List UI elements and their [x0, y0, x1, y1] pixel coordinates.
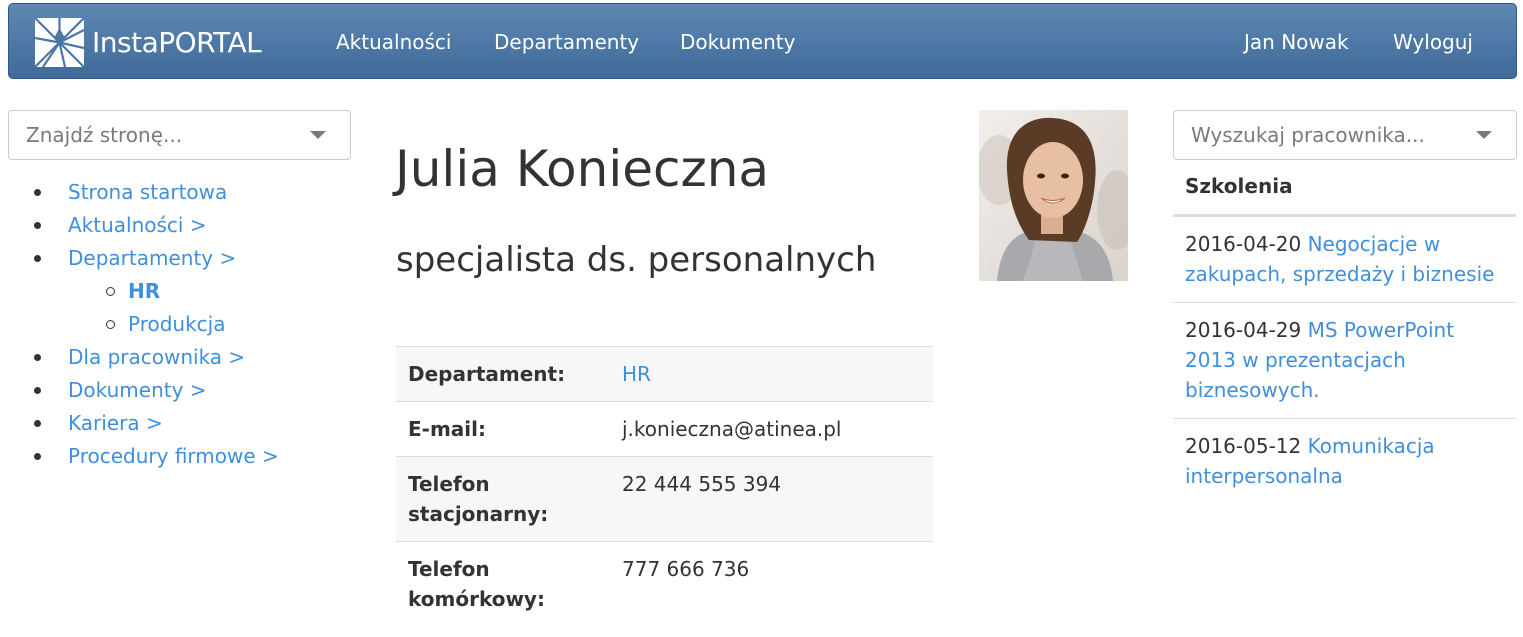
landline-value: 22 444 555 394 [610, 456, 933, 542]
site-menu: Strona startowa Aktualności > Departamen… [34, 176, 279, 473]
menu-link[interactable]: Aktualności > [68, 213, 207, 237]
menu-item-departamenty: Departamenty > [34, 242, 279, 275]
employee-details-table: Departament: HR E-mail: j.konieczna@atin… [396, 346, 933, 626]
training-date: 2016-04-29 [1185, 318, 1302, 342]
trainings-list: 2016-04-20 Negocjacje w zakupach, sprzed… [1173, 217, 1516, 504]
department-link[interactable]: HR [610, 346, 933, 402]
menu-item-aktualnosci: Aktualności > [34, 209, 279, 242]
menu-link[interactable]: Departamenty > [68, 246, 236, 270]
training-date: 2016-04-20 [1185, 232, 1302, 256]
menu-item-procedury-firmowe: Procedury firmowe > [34, 440, 279, 473]
list-item: 2016-05-12 Komunikacja interpersonalna [1173, 419, 1516, 504]
brand-name: InstaPORTAL [92, 25, 262, 59]
employee-search-select[interactable]: Wyszukaj pracownika... [1173, 110, 1517, 160]
list-item: 2016-04-20 Negocjacje w zakupach, sprzed… [1173, 217, 1516, 303]
menu-link[interactable]: Procedury firmowe > [68, 444, 279, 468]
brand[interactable]: InstaPORTAL [35, 16, 262, 68]
page-search-placeholder: Znajdź stronę... [26, 123, 183, 147]
page-search-select[interactable]: Znajdź stronę... [8, 110, 351, 160]
table-row: Telefon stacjonarny: 22 444 555 394 [396, 456, 933, 542]
menu-link[interactable]: Dokumenty > [68, 378, 207, 402]
list-item: 2016-04-29 MS PowerPoint 2013 w prezenta… [1173, 303, 1516, 419]
nav-logout[interactable]: Wyloguj [1393, 4, 1473, 80]
menu-item-strona-startowa: Strona startowa [34, 176, 279, 209]
menu-item-hr: HR [34, 275, 279, 308]
chevron-down-icon [310, 131, 326, 139]
detail-label: Telefon komórkowy: [396, 541, 610, 626]
menu-link[interactable]: HR [128, 279, 160, 303]
top-navbar: InstaPORTAL Aktualności Departamenty Dok… [8, 3, 1517, 79]
detail-label: Departament: [396, 346, 610, 402]
menu-link[interactable]: Produkcja [128, 312, 226, 336]
employee-search-placeholder: Wyszukaj pracownika... [1191, 123, 1425, 147]
table-row: E-mail: j.konieczna@atinea.pl [396, 401, 933, 457]
employee-role: specjalista ds. personalnych [396, 240, 877, 280]
employee-photo [979, 110, 1128, 281]
menu-item-produkcja: Produkcja [34, 308, 279, 341]
trainings-heading: Szkolenia [1185, 174, 1293, 198]
nav-user-name[interactable]: Jan Nowak [1244, 4, 1349, 80]
detail-label: Telefon stacjonarny: [396, 456, 610, 542]
menu-link[interactable]: Kariera > [68, 411, 163, 435]
nav-dokumenty[interactable]: Dokumenty [680, 4, 795, 80]
nav-aktualnosci[interactable]: Aktualności [336, 4, 451, 80]
table-row: Telefon komórkowy: 777 666 736 [396, 541, 933, 626]
logo-icon [35, 17, 84, 67]
email-value: j.konieczna@atinea.pl [610, 401, 933, 457]
nav-departamenty[interactable]: Departamenty [494, 4, 639, 80]
training-date: 2016-05-12 [1185, 434, 1302, 458]
menu-link[interactable]: Dla pracownika > [68, 345, 245, 369]
chevron-down-icon [1476, 131, 1492, 139]
menu-item-dla-pracownika: Dla pracownika > [34, 341, 279, 374]
menu-item-dokumenty: Dokumenty > [34, 374, 279, 407]
table-row: Departament: HR [396, 346, 933, 402]
detail-label: E-mail: [396, 401, 610, 457]
menu-item-kariera: Kariera > [34, 407, 279, 440]
menu-link[interactable]: Strona startowa [68, 180, 227, 204]
employee-name: Julia Konieczna [395, 140, 770, 198]
mobile-value: 777 666 736 [610, 541, 933, 626]
